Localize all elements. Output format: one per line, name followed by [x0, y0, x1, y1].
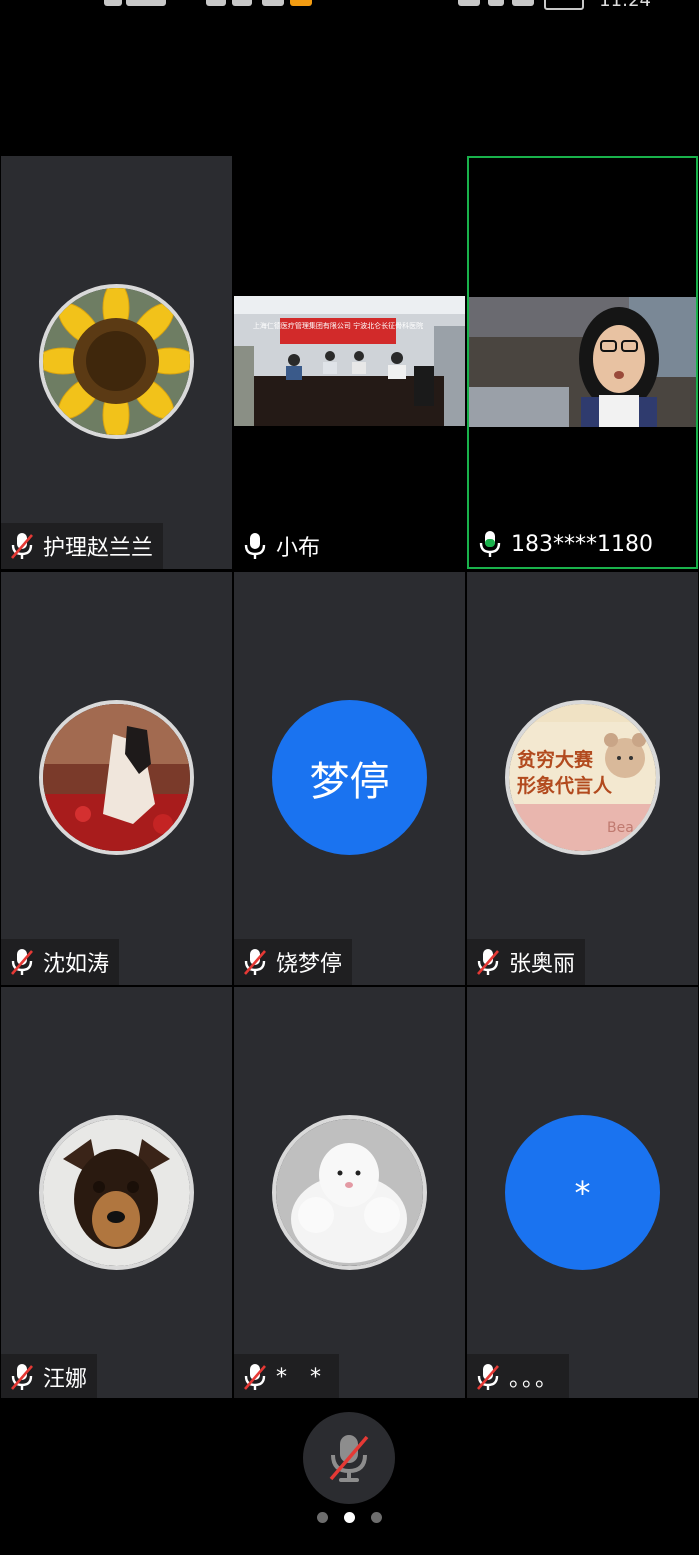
mic-active-icon: [479, 531, 501, 557]
video-feed: 上海仁德医疗管理集团有限公司 宁波北仑长征骨科医院: [234, 296, 465, 426]
mic-muted-icon: [477, 949, 499, 975]
status-bar: 11:24: [0, 0, 699, 11]
avatar: *: [505, 1115, 660, 1270]
participant-name: 183****1180: [511, 531, 653, 557]
participant-name: 张奥丽: [509, 952, 576, 977]
participant-namebar: 183****1180: [469, 521, 663, 567]
sticker-tag-text: Bea: [607, 820, 634, 836]
dog-avatar-icon: [43, 1119, 190, 1266]
mic-muted-icon: [11, 949, 33, 975]
mic-icon: [244, 533, 266, 559]
participant-tile[interactable]: 沈如涛: [1, 572, 232, 985]
avatar: [272, 1115, 427, 1270]
plush-sheep-avatar-icon: [276, 1119, 423, 1266]
signal-icon: [104, 0, 122, 6]
sticker-text-line2: 形象代言人: [517, 774, 613, 797]
cartoon-bear-avatar-icon: 贫穷大赛 形象代言人 Bea: [509, 704, 656, 851]
mic-muted-icon: [11, 533, 33, 559]
avatar: 梦停: [272, 700, 427, 855]
notification-icon: [262, 0, 284, 6]
battery-icon: [544, 0, 584, 10]
avatar: [39, 700, 194, 855]
participant-namebar: * *: [234, 1354, 339, 1400]
participant-name: 汪娜: [43, 1367, 88, 1392]
participant-name: 护理赵兰兰: [43, 536, 154, 561]
participant-tile[interactable]: * 。。。: [467, 987, 698, 1400]
mic-muted-icon: [329, 1435, 369, 1482]
participant-namebar: 。。。: [467, 1354, 570, 1400]
notification-icon: [206, 0, 226, 6]
participant-tile-active-speaker[interactable]: 183****1180: [467, 156, 698, 569]
mute-toggle-button[interactable]: [303, 1412, 395, 1504]
participant-namebar: 饶梦停: [234, 939, 353, 985]
mic-muted-icon: [244, 1364, 266, 1390]
participant-tile[interactable]: 汪娜: [1, 987, 232, 1400]
app-notification-icon: [290, 0, 312, 6]
avatar: [39, 1115, 194, 1270]
participant-namebar: 护理赵兰兰: [1, 523, 164, 569]
mic-muted-icon: [244, 949, 266, 975]
participant-name: 沈如涛: [43, 952, 110, 977]
participant-tile[interactable]: 贫穷大赛 形象代言人 Bea 张奥丽: [467, 572, 698, 985]
webcam-video-icon: [469, 297, 696, 427]
participant-name: 。。。: [509, 1367, 560, 1392]
participant-tile[interactable]: * *: [234, 987, 465, 1400]
mic-muted-icon: [477, 1364, 499, 1390]
page-dot[interactable]: [371, 1512, 382, 1523]
location-icon: [458, 0, 480, 6]
participant-namebar: 小布: [234, 523, 330, 569]
mic-muted-icon: [11, 1364, 33, 1390]
video-feed: [469, 297, 696, 427]
participant-name: 饶梦停: [276, 952, 343, 977]
avatar: [39, 284, 194, 439]
status-time: 11:24: [599, 0, 651, 11]
avatar-initials: 梦停: [309, 758, 390, 805]
participant-tile[interactable]: 上海仁德医疗管理集团有限公司 宁波北仑长征骨科医院 小布: [234, 156, 465, 569]
sticker-text-line1: 贫穷大赛: [517, 748, 594, 771]
participant-namebar: 汪娜: [1, 1354, 98, 1400]
painting-avatar-icon: [43, 704, 190, 851]
wifi-icon: [488, 0, 504, 6]
bottom-bar: [0, 1398, 699, 1555]
meeting-banner-text: 上海仁德医疗管理集团有限公司 宁波北仑长征骨科医院: [253, 321, 423, 330]
page-dot[interactable]: [317, 1512, 328, 1523]
participant-tile[interactable]: 护理赵兰兰: [1, 156, 232, 569]
participant-namebar: 张奥丽: [467, 939, 586, 985]
avatar: 贫穷大赛 形象代言人 Bea: [505, 700, 660, 855]
sunflower-avatar-icon: [43, 288, 190, 435]
participant-tile[interactable]: 梦停 饶梦停: [234, 572, 465, 985]
network-icon: [126, 0, 166, 6]
mute-bell-icon: [512, 0, 534, 6]
meeting-room-video-icon: 上海仁德医疗管理集团有限公司 宁波北仑长征骨科医院: [234, 296, 465, 426]
participant-grid: 护理赵兰兰 上海仁德医疗管理集团有限公司 宁波北仑长征骨科医院 小布 183**…: [0, 156, 699, 1400]
participant-name: * *: [276, 1364, 329, 1390]
notification-icon: [232, 0, 252, 6]
page-indicator[interactable]: [0, 1512, 699, 1523]
page-dot-current[interactable]: [344, 1512, 355, 1523]
participant-namebar: 沈如涛: [1, 939, 120, 985]
participant-name: 小布: [276, 536, 321, 561]
avatar-initials: *: [574, 1173, 591, 1212]
